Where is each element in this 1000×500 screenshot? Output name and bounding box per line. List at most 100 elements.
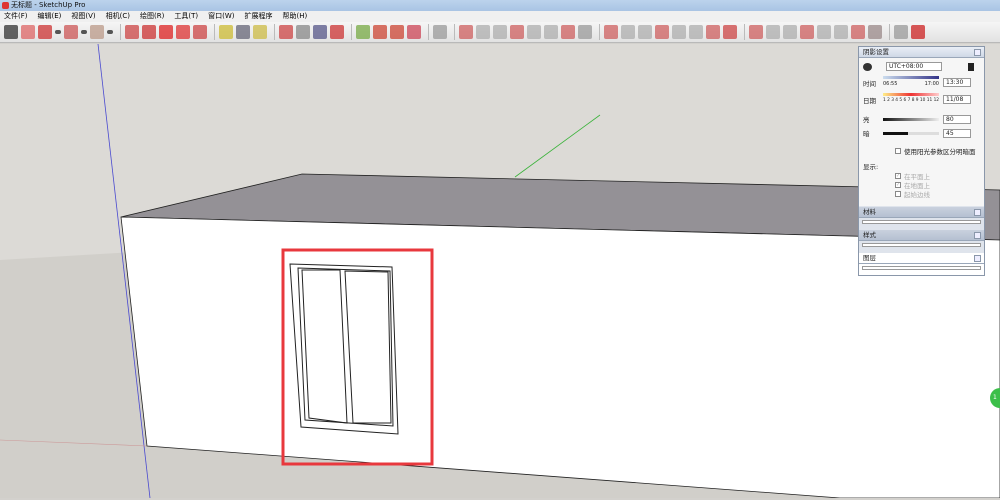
expand-icon[interactable]	[974, 209, 981, 216]
light-slider[interactable]	[883, 117, 939, 121]
export-icon[interactable]	[407, 25, 421, 39]
collapsed-panel[interactable]: 材料	[859, 207, 984, 229]
move-icon[interactable]	[159, 25, 173, 39]
sandbox-tool-icon[interactable]	[638, 25, 652, 39]
menu-item[interactable]: 视图(V)	[71, 11, 95, 22]
date-input[interactable]: 11/08	[943, 95, 971, 104]
solid-tools-tool-icon[interactable]	[851, 25, 865, 39]
menu-item[interactable]: 编辑(E)	[38, 11, 62, 22]
pan-icon[interactable]	[296, 25, 310, 39]
collapsed-panel-title: 材料	[863, 208, 876, 216]
scale-icon[interactable]	[193, 25, 207, 39]
collapsed-panel-title: 样式	[863, 231, 876, 239]
use-sun-checkbox[interactable]	[895, 148, 901, 154]
model-scene[interactable]	[0, 43, 1000, 499]
app-icon	[2, 2, 9, 9]
sandbox-tool-icon[interactable]	[706, 25, 720, 39]
time-label: 时间	[863, 79, 876, 88]
menu-item[interactable]: 扩展程序	[244, 11, 272, 22]
solid-tools-tool-icon[interactable]	[834, 25, 848, 39]
dropdown-icon[interactable]	[107, 30, 113, 34]
tape-measure-icon[interactable]	[219, 25, 233, 39]
timezone-select[interactable]: UTC+08:00	[886, 62, 942, 71]
shadow-toggle-icon[interactable]	[863, 62, 872, 71]
collapsed-panel[interactable]: 样式	[859, 230, 984, 252]
pencil-icon[interactable]	[38, 25, 52, 39]
section-tool-icon[interactable]	[510, 25, 524, 39]
display-option: 起始边线	[895, 189, 930, 199]
toolbar-separator	[120, 24, 121, 40]
display-shadows-icon[interactable]	[968, 62, 974, 71]
date-label: 日期	[863, 96, 876, 105]
select-icon[interactable]	[4, 25, 18, 39]
style-icons[interactable]	[868, 25, 882, 39]
sandbox-tool-icon[interactable]	[655, 25, 669, 39]
extension-icon[interactable]	[894, 25, 908, 39]
sandbox-tool-icon[interactable]	[672, 25, 686, 39]
panel-header[interactable]: 阴影设置	[859, 47, 984, 58]
paint-bucket-icon[interactable]	[253, 25, 267, 39]
sandbox-tool-icon[interactable]	[604, 25, 618, 39]
menu-item[interactable]: 相机(C)	[106, 11, 130, 22]
menu-item[interactable]: 帮助(H)	[282, 11, 307, 22]
section-tool-icon[interactable]	[476, 25, 490, 39]
display-label: 显示:	[863, 163, 879, 171]
display-option-checkbox[interactable]: ✓	[895, 182, 901, 188]
section-icons[interactable]	[433, 25, 447, 39]
display-option-checkbox[interactable]: ✓	[895, 173, 901, 179]
menu-item[interactable]: 窗口(W)	[208, 11, 234, 22]
dropdown-icon[interactable]	[55, 30, 61, 34]
warehouse-icon[interactable]	[390, 25, 404, 39]
dark-slider[interactable]	[883, 131, 939, 135]
solid-tools-tool-icon[interactable]	[783, 25, 797, 39]
solid-tools-tool-icon[interactable]	[766, 25, 780, 39]
zoom-extents-icon[interactable]	[330, 25, 344, 39]
close-icon[interactable]	[974, 49, 981, 56]
expand-icon[interactable]	[974, 232, 981, 239]
time-input[interactable]: 13:30	[943, 78, 971, 87]
toolbar-separator	[454, 24, 455, 40]
sandbox-tool-icon[interactable]	[621, 25, 635, 39]
section-tool-icon[interactable]	[561, 25, 575, 39]
push-pull-icon[interactable]	[125, 25, 139, 39]
eraser-icon[interactable]	[21, 25, 35, 39]
dropdown-icon[interactable]	[81, 30, 87, 34]
date-slider[interactable]: 1 2 3 4 5 6 7 8 9 10 11 12	[883, 93, 939, 106]
time-slider[interactable]: 06:55 17:00	[883, 76, 939, 89]
menu-item[interactable]: 工具(T)	[174, 11, 198, 22]
toolbar-separator	[744, 24, 745, 40]
rotate-icon[interactable]	[176, 25, 190, 39]
display-option-checkbox[interactable]	[895, 191, 901, 197]
follow-me-icon[interactable]	[142, 25, 156, 39]
solid-tools-tool-icon[interactable]	[749, 25, 763, 39]
solid-tools-tool-icon[interactable]	[817, 25, 831, 39]
toolbar	[0, 22, 1000, 43]
toolbar-separator	[214, 24, 215, 40]
panel-bar	[862, 243, 981, 247]
expand-icon[interactable]	[974, 255, 981, 262]
menu-item[interactable]: 绘图(R)	[140, 11, 164, 22]
ruby-icon[interactable]	[911, 25, 925, 39]
section-tool-icon[interactable]	[493, 25, 507, 39]
section-tool-icon[interactable]	[527, 25, 541, 39]
section-tool-icon[interactable]	[544, 25, 558, 39]
orbit-icon[interactable]	[279, 25, 293, 39]
solid-tools-icons[interactable]	[723, 25, 737, 39]
shadow-settings-panel: 阴影设置 UTC+08:00 时间 06:55 17:00 13:30 日期 1 2 3…	[858, 46, 985, 276]
text-icon[interactable]	[236, 25, 250, 39]
sandbox-tool-icon[interactable]	[689, 25, 703, 39]
collapsed-panel[interactable]: 图层	[859, 253, 984, 275]
arc-icon[interactable]	[64, 25, 78, 39]
solid-tools-tool-icon[interactable]	[800, 25, 814, 39]
book-icon[interactable]	[356, 25, 370, 39]
component-icon[interactable]	[373, 25, 387, 39]
section-tool-icon[interactable]	[459, 25, 473, 39]
dark-input[interactable]: 45	[943, 128, 971, 138]
zoom-icon[interactable]	[313, 25, 327, 39]
menu-item[interactable]: 文件(F)	[4, 11, 28, 22]
3d-viewport[interactable]	[0, 43, 1000, 499]
light-label: 亮	[863, 116, 870, 124]
light-input[interactable]: 80	[943, 114, 971, 124]
sandbox-icons[interactable]	[578, 25, 592, 39]
rectangle-icon[interactable]	[90, 25, 104, 39]
